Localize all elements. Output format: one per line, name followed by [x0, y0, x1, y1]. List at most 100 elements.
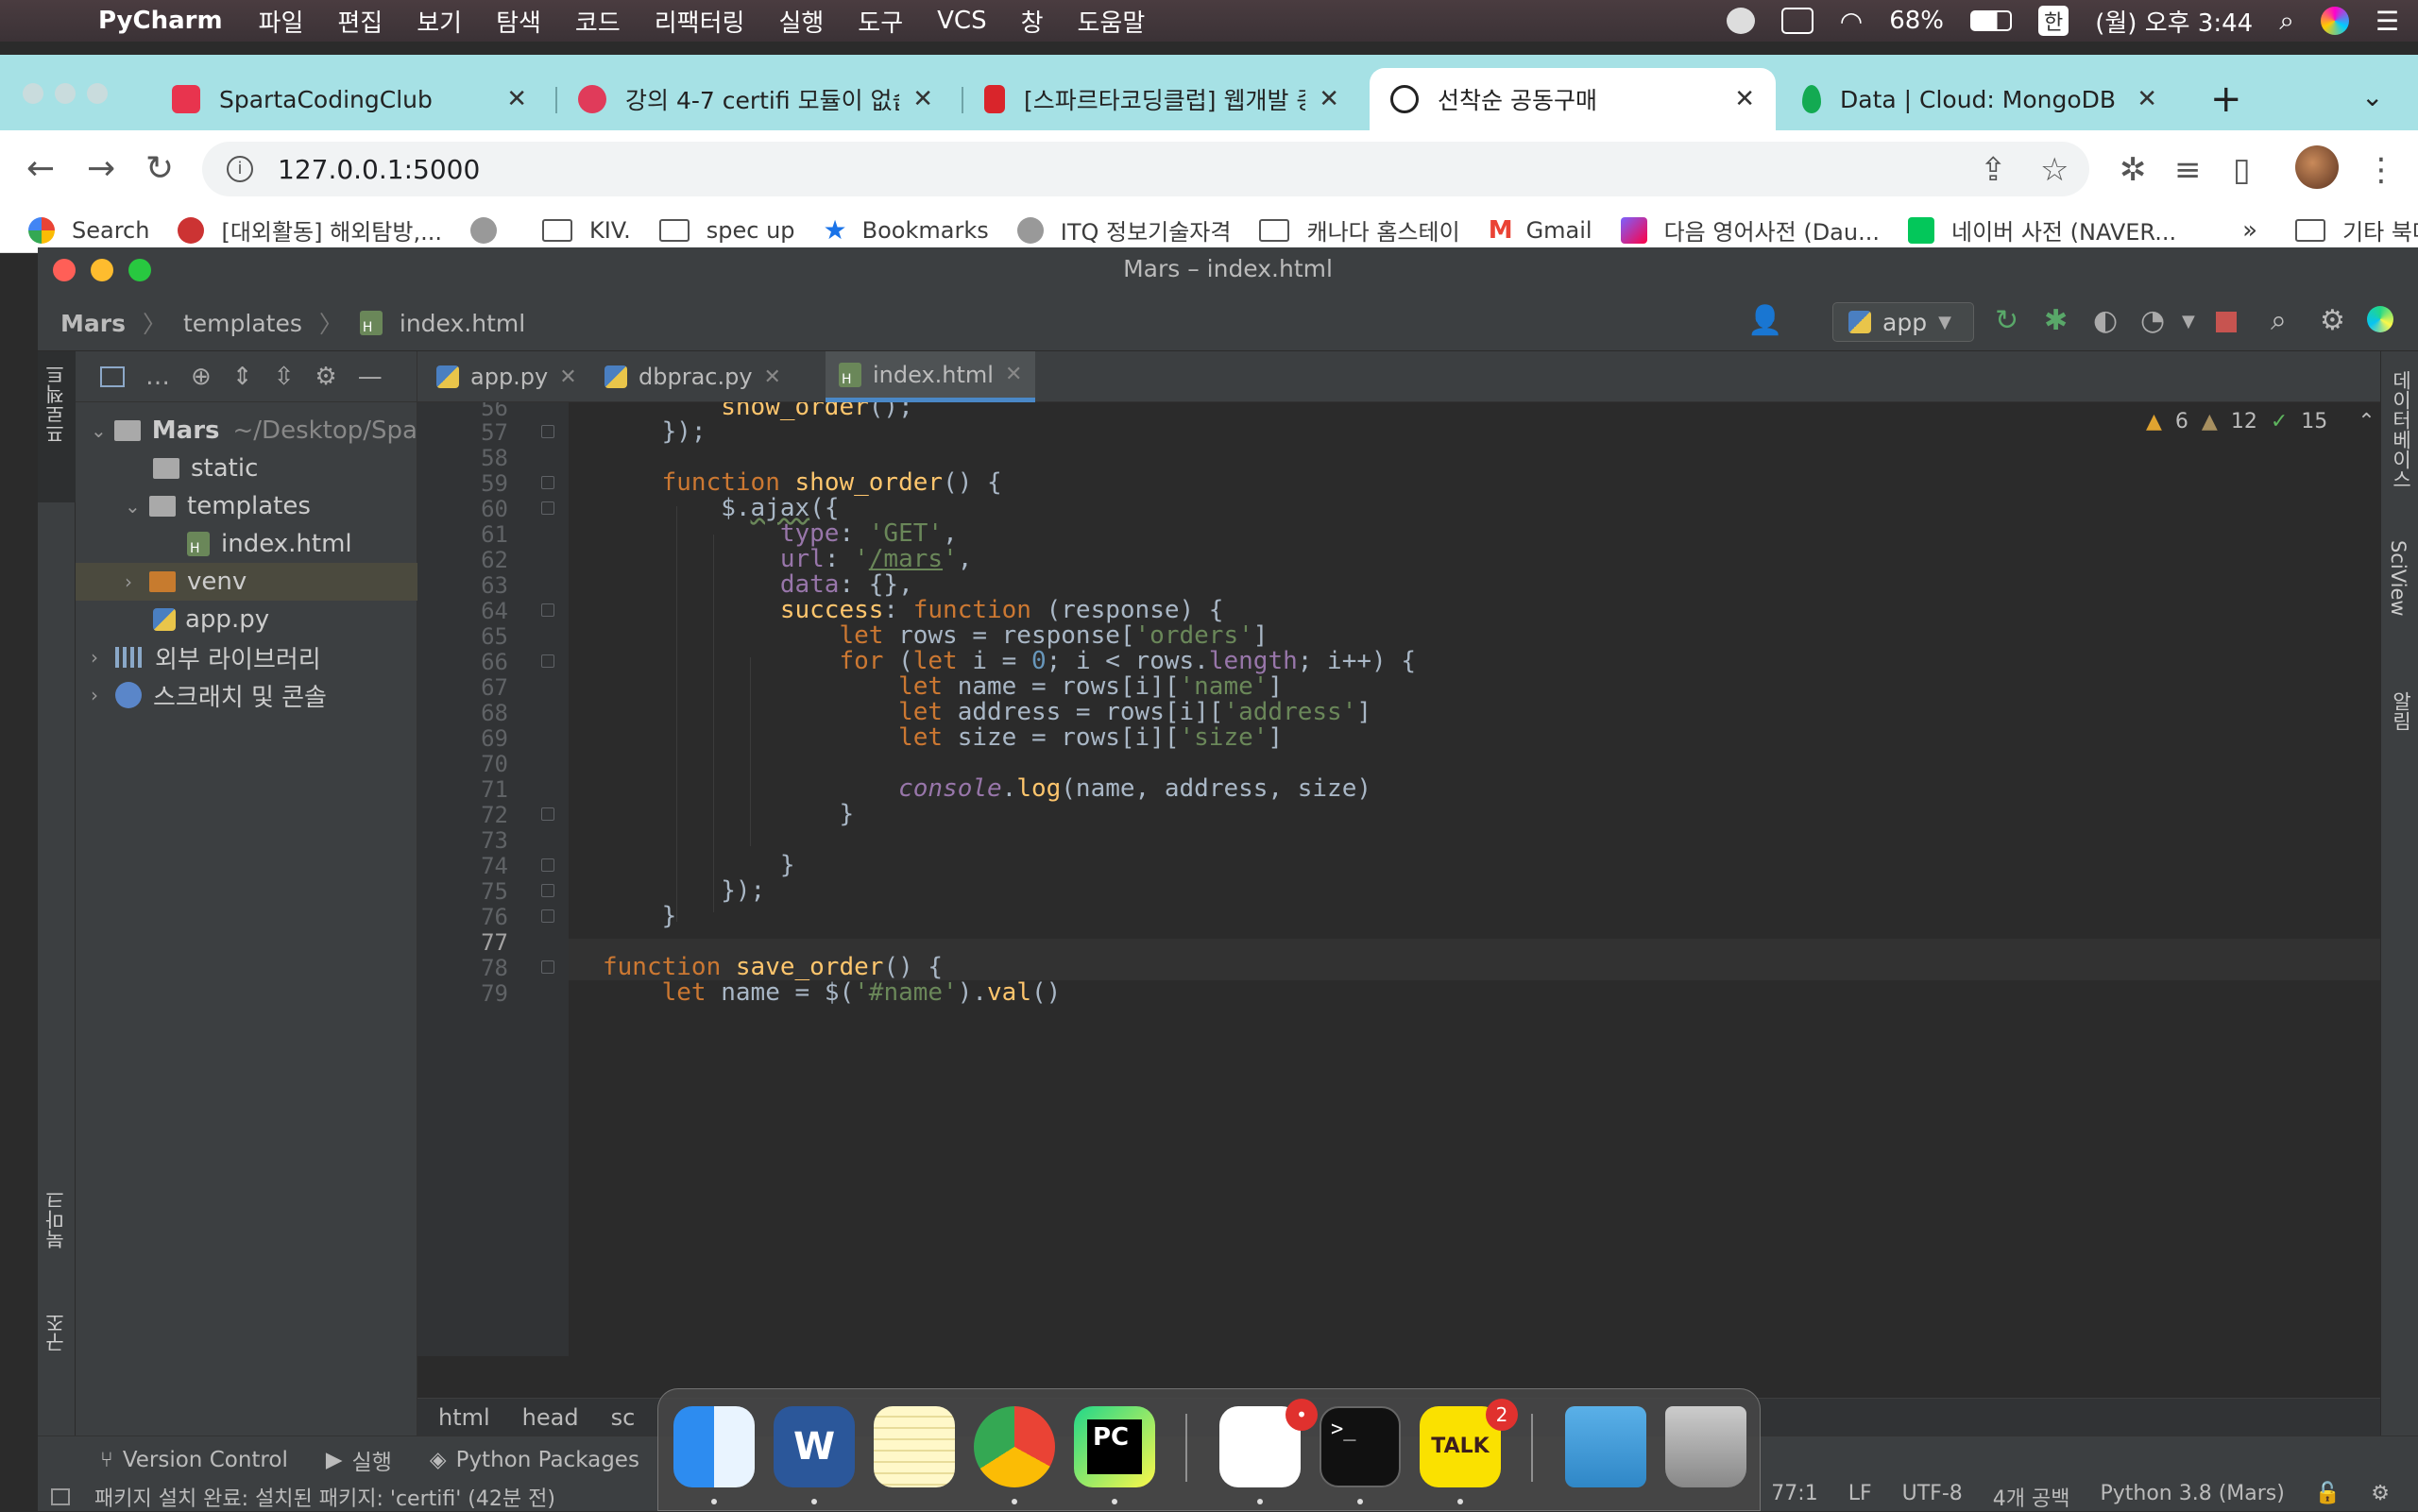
python-packages-tab[interactable]: ◈ Python Packages — [430, 1448, 639, 1472]
version-control-tab[interactable]: ⑂ Version Control — [100, 1448, 288, 1472]
menu-help[interactable]: 도움말 — [1078, 4, 1146, 39]
tab-close-icon[interactable]: ✕ — [912, 85, 933, 113]
bookmark-folder[interactable]: spec up — [658, 217, 795, 244]
editor-tab-active[interactable]: index.html ✕ — [826, 351, 1036, 402]
wifi-icon[interactable]: ◠ — [1840, 6, 1863, 37]
profile-avatar[interactable] — [2295, 145, 2339, 189]
close-icon[interactable]: ✕ — [559, 365, 576, 389]
python-interpreter[interactable]: Python 3.8 (Mars) — [2100, 1482, 2284, 1512]
bookmark-item[interactable]: Search — [28, 216, 149, 244]
jetbrains-icon[interactable] — [2367, 306, 2393, 332]
bookmark-item[interactable]: ITQ 정보기술자격 — [1016, 213, 1231, 246]
chevron-up-icon[interactable]: ⌃ — [2358, 410, 2375, 433]
tab-close-icon[interactable]: ✕ — [506, 85, 527, 113]
settings-gear-icon[interactable]: ⚙ — [315, 363, 336, 391]
control-center-icon[interactable]: ☰ — [2375, 6, 2399, 37]
pycharm-icon[interactable]: PC — [1074, 1406, 1155, 1487]
finder-icon[interactable] — [673, 1406, 755, 1487]
menu-file[interactable]: 파일 — [259, 4, 304, 39]
tree-item[interactable]: static — [76, 450, 417, 487]
fold-marker[interactable] — [541, 654, 554, 668]
debug-icon[interactable]: ✱ — [2044, 304, 2068, 337]
run-config-select[interactable]: app ▼ — [1832, 302, 1974, 342]
bookmark-item[interactable]: M Gmail — [1489, 216, 1592, 245]
browser-tab-active[interactable]: 선착순 공동구매 ✕ — [1370, 68, 1776, 130]
chevron-right-icon[interactable]: › — [125, 570, 149, 593]
crumb-head[interactable]: head — [522, 1404, 579, 1431]
tab-search-icon[interactable]: ⌄ — [2361, 81, 2383, 112]
structure-toolwindow-tab[interactable]: 구조 — [42, 1313, 70, 1352]
extensions-icon[interactable]: ✲ — [2120, 151, 2147, 189]
chevron-down-icon[interactable]: ⌄ — [125, 495, 149, 518]
back-icon[interactable]: ← — [26, 149, 55, 188]
menu-edit[interactable]: 편집 — [337, 4, 383, 39]
breadcrumb-project[interactable]: Mars — [60, 310, 126, 337]
database-toolwindow-tab[interactable]: 데이터베이스 — [2387, 370, 2415, 489]
crumb-script[interactable]: sc — [611, 1404, 636, 1431]
menu-window[interactable]: 창 — [1021, 4, 1044, 39]
app-menu[interactable]: PyCharm — [98, 7, 223, 35]
chrome-icon[interactable] — [974, 1406, 1055, 1487]
side-panel-icon[interactable]: ▯ — [2233, 151, 2251, 189]
menu-navigate[interactable]: 탐색 — [496, 4, 541, 39]
chevron-right-icon[interactable]: › — [91, 646, 115, 669]
chrome-menu-icon[interactable]: ⋮ — [2365, 151, 2397, 189]
fold-marker[interactable] — [541, 884, 554, 897]
clock[interactable]: (월) 오후 3:44 — [2095, 4, 2253, 39]
vcs-user-icon[interactable]: 👤 — [1747, 304, 1782, 337]
browser-tab[interactable]: 강의 4-7 certifi 모듈이 없습니 ✕ — [557, 68, 954, 130]
ide-minimize-button[interactable] — [91, 259, 113, 281]
input-source[interactable]: 한 — [2037, 6, 2069, 36]
bookmark-folder[interactable]: 캐나다 홈스테이 — [1259, 213, 1460, 246]
browser-tab[interactable]: [스파르타코딩클럽] 웹개발 종합 ✕ — [963, 68, 1360, 130]
trash-icon[interactable] — [1665, 1406, 1746, 1487]
tree-item[interactable]: ⌄ templates — [76, 487, 417, 525]
tree-item[interactable]: app.py — [76, 601, 417, 638]
menu-vcs[interactable]: VCS — [937, 7, 986, 35]
collapse-all-icon[interactable]: ⇳ — [274, 363, 295, 391]
file-encoding[interactable]: UTF-8 — [1902, 1482, 1963, 1512]
fold-marker[interactable] — [541, 909, 554, 923]
line-separator[interactable]: LF — [1848, 1482, 1872, 1512]
bookmark-item[interactable]: 네이버 사전 (NAVER... — [1907, 213, 2176, 246]
tree-item-selected[interactable]: › venv — [76, 563, 417, 601]
bookmarks-toolwindow-tab[interactable]: 북마크 — [42, 1190, 70, 1249]
notification-app-icon[interactable] — [1726, 8, 1755, 34]
address-text[interactable]: 127.0.0.1:5000 — [278, 154, 480, 185]
fold-marker[interactable] — [541, 960, 554, 974]
coverage-icon[interactable]: ◐ — [2093, 304, 2118, 337]
fold-marker[interactable] — [541, 501, 554, 515]
fold-marker[interactable] — [541, 807, 554, 821]
view-selector-icon[interactable]: … — [145, 363, 170, 391]
notifications-toolwindow-tab[interactable]: 알림 — [2387, 691, 2415, 731]
stop-icon[interactable] — [2216, 312, 2237, 332]
siri-icon[interactable] — [2320, 7, 2349, 35]
browser-tab[interactable]: SpartaCodingClub ✕ — [151, 68, 548, 130]
menu-run[interactable]: 실행 — [778, 4, 824, 39]
address-bar[interactable]: i 127.0.0.1:5000 — [202, 142, 2089, 196]
sciview-toolwindow-tab[interactable]: SciView — [2387, 540, 2409, 617]
window-minimize-button[interactable] — [55, 83, 76, 104]
close-icon[interactable]: ✕ — [764, 365, 781, 389]
crumb-html[interactable]: html — [438, 1404, 490, 1431]
menu-refactor[interactable]: 리팩터링 — [655, 4, 745, 39]
tree-item[interactable]: › 스크래치 및 콘솔 — [76, 676, 417, 714]
chevron-right-icon[interactable]: › — [91, 684, 115, 706]
panel-toggle-icon[interactable] — [51, 1488, 70, 1505]
chevron-down-icon[interactable]: ⌄ — [91, 419, 114, 442]
window-close-button[interactable] — [23, 83, 43, 104]
forward-icon[interactable]: → — [87, 149, 115, 188]
locate-file-icon[interactable]: ⊕ — [191, 363, 212, 391]
tab-close-icon[interactable]: ✕ — [1734, 85, 1755, 113]
run-tab[interactable]: ▶ 실행 — [326, 1444, 392, 1476]
browser-tab[interactable]: Data | Cloud: MongoDB Cl ✕ — [1781, 68, 2178, 130]
indent-setting[interactable]: 4개 공백 — [1993, 1482, 2070, 1512]
other-bookmarks-folder[interactable]: 기타 북마크 — [2295, 213, 2418, 246]
menu-tools[interactable]: 도구 — [858, 4, 903, 39]
editor-tab[interactable]: dbprac.py ✕ — [591, 351, 794, 402]
fold-marker[interactable] — [541, 858, 554, 872]
cursor-position[interactable]: 77:1 — [1771, 1482, 1817, 1512]
inspection-widget[interactable]: ▲ 6 ▲ 12 ✓ 15 ⌃ ⌄ — [2146, 410, 2380, 433]
bookmark-item[interactable]: [대외활동] 해외탐방,... — [178, 213, 442, 246]
inspection-status-icon[interactable]: ⚙ — [2371, 1482, 2390, 1512]
